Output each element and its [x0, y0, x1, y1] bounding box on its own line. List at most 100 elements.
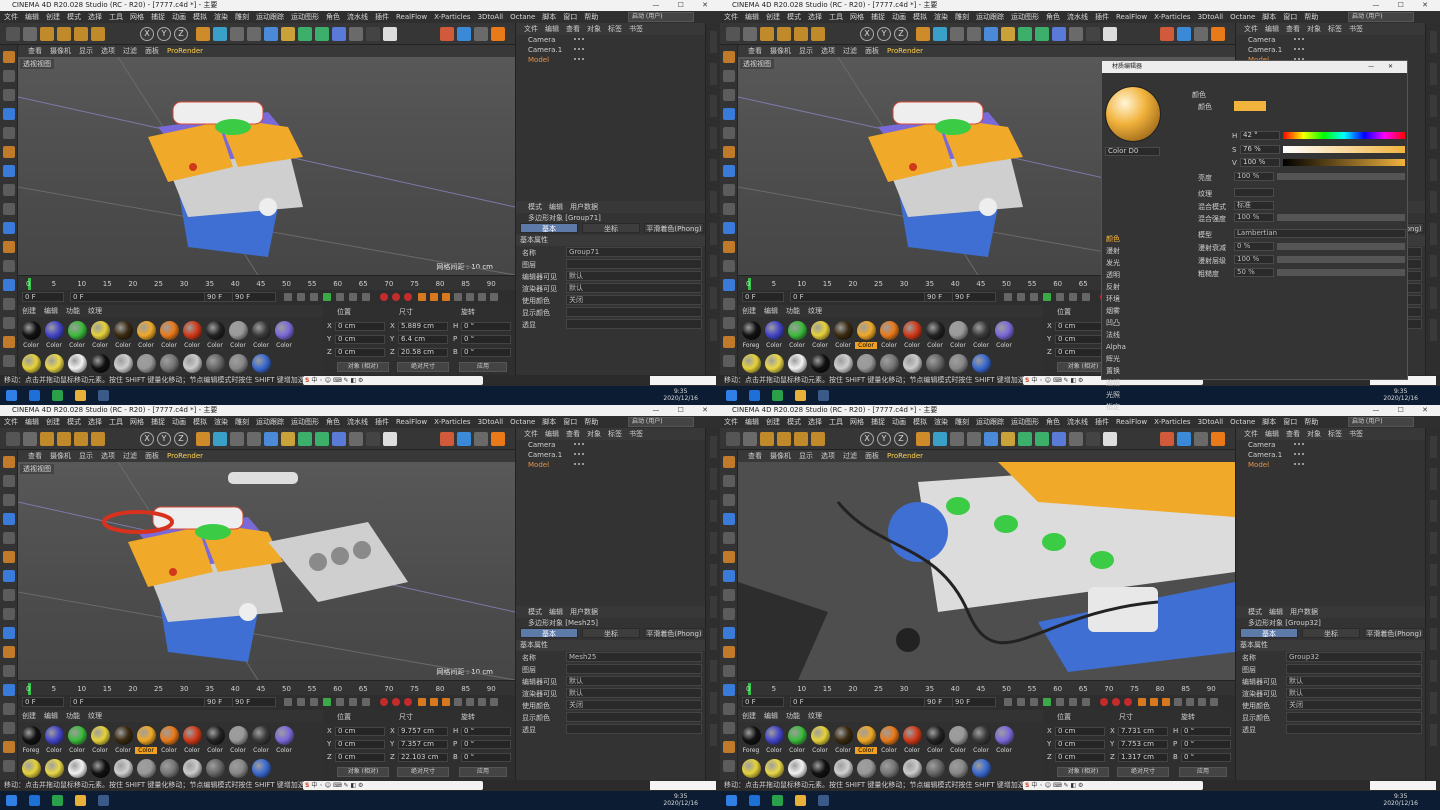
material-tab[interactable]: 纹理 — [808, 307, 822, 315]
palette-tool-5-icon[interactable] — [723, 146, 735, 158]
viewport-menu-item[interactable]: 面板 — [145, 47, 159, 55]
dock-tab[interactable] — [1430, 660, 1437, 682]
prev-frame-icon[interactable] — [1030, 293, 1038, 301]
material-editor-controls[interactable]: — ✕ — [1368, 61, 1399, 73]
dock-tab[interactable] — [1430, 436, 1437, 458]
material-label[interactable]: Color — [878, 747, 900, 754]
palette-tool-4-icon[interactable] — [3, 532, 15, 544]
scene-icon[interactable] — [349, 432, 363, 446]
material-swatch[interactable] — [22, 354, 41, 373]
h-slider[interactable] — [1283, 132, 1405, 139]
material-swatch[interactable] — [788, 321, 807, 340]
next-key-icon[interactable] — [349, 293, 357, 301]
menu-item[interactable]: 角色 — [326, 13, 340, 21]
material-tab[interactable]: 功能 — [66, 712, 80, 720]
palette-tool-8-icon[interactable] — [723, 608, 735, 620]
material-label[interactable]: Color — [786, 747, 808, 754]
soft-icon[interactable] — [1211, 432, 1225, 446]
axis-y-button[interactable]: Y — [157, 432, 171, 446]
attribute-value-field[interactable] — [1286, 712, 1422, 722]
material-label[interactable]: Color — [135, 342, 157, 349]
subdivide-icon[interactable] — [298, 27, 312, 41]
cinema4d-taskbar-icon[interactable] — [772, 795, 783, 806]
material-tab[interactable]: 编辑 — [44, 712, 58, 720]
material-label[interactable]: Color — [181, 342, 203, 349]
palette-tool-6-icon[interactable] — [3, 165, 15, 177]
move-plus-icon[interactable] — [91, 432, 105, 446]
dock-tab[interactable] — [710, 159, 717, 181]
axis-icon[interactable] — [1177, 432, 1191, 446]
camera-icon[interactable] — [366, 27, 380, 41]
menu-item[interactable]: 窗口 — [1283, 418, 1297, 426]
palette-tool-15-icon[interactable] — [723, 741, 735, 753]
object-row[interactable]: Camera.1 — [516, 450, 705, 460]
material-swatch[interactable] — [114, 726, 133, 745]
keyframe-icon[interactable] — [404, 293, 412, 301]
object-menu-item[interactable]: 编辑 — [1265, 430, 1279, 438]
position-z-field[interactable]: 0 cm — [335, 753, 385, 762]
ime-toolbar[interactable]: S 中 ◦ ☺ ⌨ ✎ ◧ ⚙ — [303, 376, 483, 385]
rotation-p-field[interactable]: 0 ° — [461, 335, 511, 344]
palette-tool-5-icon[interactable] — [723, 551, 735, 563]
next-frame-icon[interactable] — [1056, 293, 1064, 301]
material-label[interactable]: Color — [763, 342, 785, 349]
light-icon[interactable] — [383, 27, 397, 41]
material-swatch[interactable] — [22, 759, 41, 778]
viewport-menu-item[interactable]: 摄像机 — [50, 47, 71, 55]
attribute-menu-item[interactable]: 编辑 — [549, 203, 563, 211]
attribute-value-field[interactable] — [566, 307, 702, 317]
material-label[interactable]: Foreg — [740, 747, 762, 754]
frame-end-preview-field[interactable]: 90 F — [232, 292, 276, 302]
diffuse-falloff-slider[interactable] — [1277, 243, 1405, 250]
apply-button[interactable]: 应用 — [459, 767, 507, 777]
viewport-menu-item[interactable]: 过滤 — [123, 47, 137, 55]
attribute-menu-item[interactable]: 用户数据 — [570, 608, 598, 616]
material-swatch[interactable] — [742, 726, 761, 745]
menu-item[interactable]: 创建 — [766, 418, 780, 426]
channel-item[interactable]: 光照 — [1106, 389, 1166, 401]
prev-key-icon[interactable] — [297, 293, 305, 301]
viewport-menu-item[interactable]: 过滤 — [123, 452, 137, 460]
object-menu-item[interactable]: 书签 — [629, 25, 643, 33]
light-icon[interactable] — [1103, 432, 1117, 446]
material-swatch[interactable] — [91, 759, 110, 778]
menu-item[interactable]: 工具 — [109, 418, 123, 426]
menu-item[interactable]: X-Particles — [1154, 13, 1190, 21]
prorender-menu[interactable]: ProRender — [887, 47, 923, 55]
material-swatch[interactable] — [857, 726, 876, 745]
attribute-value-field[interactable] — [1286, 664, 1422, 674]
material-label[interactable]: Color — [878, 342, 900, 349]
dock-tab[interactable] — [710, 191, 717, 213]
menu-item[interactable]: 运动跟踪 — [256, 418, 284, 426]
menu-item[interactable]: 运动跟踪 — [976, 418, 1004, 426]
palette-tool-10-icon[interactable] — [3, 241, 15, 253]
material-swatch[interactable] — [275, 321, 294, 340]
scene-icon[interactable] — [1069, 27, 1083, 41]
dock-tab[interactable] — [1430, 255, 1437, 277]
deformer-icon[interactable] — [332, 27, 346, 41]
apply-button[interactable]: 应用 — [1179, 767, 1227, 777]
material-swatch[interactable] — [275, 726, 294, 745]
palette-tool-8-icon[interactable] — [3, 203, 15, 215]
material-swatch[interactable] — [926, 759, 945, 778]
material-swatch[interactable] — [811, 321, 830, 340]
menu-item[interactable]: 编辑 — [745, 13, 759, 21]
prorender-menu[interactable]: ProRender — [167, 47, 203, 55]
menu-item[interactable]: X-Particles — [434, 418, 470, 426]
material-swatch[interactable] — [765, 726, 784, 745]
material-swatch[interactable] — [742, 354, 761, 373]
material-swatch[interactable] — [880, 759, 899, 778]
cinema4d-taskbar-icon[interactable] — [52, 795, 63, 806]
channel-item[interactable]: 漫射 — [1106, 245, 1166, 257]
channel-item[interactable]: 指定 — [1106, 401, 1166, 413]
undo-icon[interactable] — [6, 432, 20, 446]
material-swatch[interactable] — [45, 726, 64, 745]
keyframe-icon[interactable] — [1124, 698, 1132, 706]
array-icon[interactable] — [1035, 432, 1049, 446]
layout-select[interactable]: 启动 (用户) — [1348, 417, 1414, 427]
menu-item[interactable]: 3DtoAll — [478, 13, 504, 21]
dock-tab[interactable] — [710, 287, 717, 309]
menu-item[interactable]: 模式 — [67, 418, 81, 426]
dock-tab[interactable] — [710, 255, 717, 277]
viewport-menu-item[interactable]: 摄像机 — [770, 47, 791, 55]
